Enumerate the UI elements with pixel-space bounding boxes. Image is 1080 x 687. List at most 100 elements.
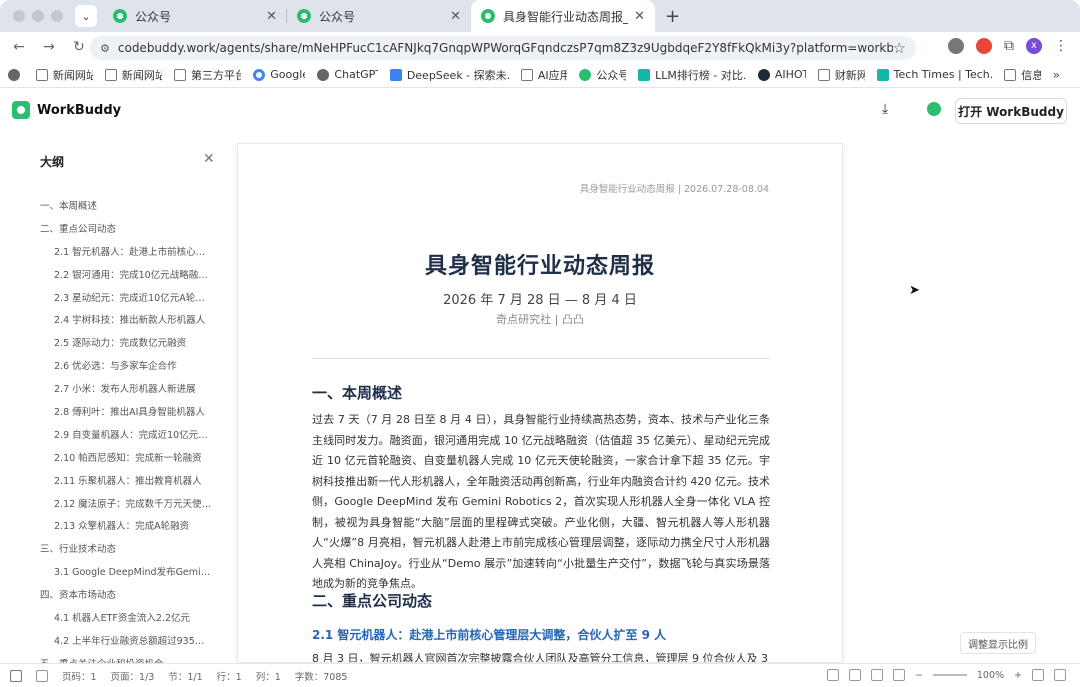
deepseek-icon bbox=[389, 68, 402, 81]
bookmark-item[interactable]: ChatGPT bbox=[317, 68, 378, 81]
reload-icon[interactable]: ↻ bbox=[68, 39, 90, 55]
forward-icon[interactable]: → bbox=[38, 39, 60, 55]
browser-tab-active[interactable]: 具身智能行业动态周报_2026... ✕ bbox=[471, 0, 655, 32]
bookmark-item[interactable]: Google bbox=[253, 68, 305, 81]
bookmark-item[interactable]: 信息 bbox=[1004, 67, 1041, 83]
bookmark-item[interactable]: 第三方平台 bbox=[173, 67, 242, 83]
outline-item[interactable]: 五、重点关注企业和投资机会 bbox=[30, 654, 220, 663]
bookmark-label: 第三方平台 bbox=[190, 68, 242, 82]
outline-title: 大纲 bbox=[40, 155, 65, 169]
address-bar[interactable]: ⚙ codebuddy.work/agents/share/mNeHPFucC1… bbox=[90, 36, 916, 60]
doc-title: 具身智能行业动态周报 bbox=[424, 254, 655, 279]
outline-item[interactable]: 2.1 智元机器人：赴港上市前核心管理层大调整，合伙人扩至9人 bbox=[30, 242, 220, 265]
browser-tab-2[interactable]: 公众号 ✕ bbox=[287, 0, 471, 32]
fullscreen-icon[interactable] bbox=[1054, 669, 1066, 681]
browser-tab-1[interactable]: 公众号 ✕ bbox=[103, 0, 287, 32]
bookmark-label: 财新网 bbox=[834, 68, 865, 82]
llm-leaderboard-icon bbox=[638, 68, 651, 81]
profile-avatar[interactable]: x bbox=[1026, 38, 1042, 54]
outline-item[interactable]: 2.6 优必选：与多家车企合作 bbox=[30, 356, 220, 379]
outline-item[interactable]: 2.8 傅利叶：推出AI具身智能机器人 bbox=[30, 402, 220, 425]
folder-icon bbox=[35, 68, 48, 81]
apps-grid-icon bbox=[8, 68, 20, 81]
extensions-area: ⧉ x ⋮ bbox=[948, 38, 1068, 54]
bookmarks-overflow-icon[interactable]: » bbox=[1053, 68, 1060, 82]
close-tab-icon[interactable]: ✕ bbox=[634, 9, 645, 24]
view-mode-icon[interactable] bbox=[848, 669, 861, 681]
close-window-button[interactable] bbox=[13, 10, 25, 22]
outline-item[interactable]: 2.10 帕西尼感知：完成新一轮融资 bbox=[30, 448, 220, 471]
zoom-slider[interactable] bbox=[932, 674, 967, 676]
outline-item[interactable]: 2.13 众擎机器人：完成A轮融资 bbox=[30, 516, 220, 539]
outline-item[interactable]: 2.9 自变量机器人：完成近10亿元天使轮融资 bbox=[30, 425, 220, 448]
new-tab-icon[interactable]: + bbox=[665, 6, 680, 27]
bookmark-item[interactable]: DeepSeek - 探索未... bbox=[389, 67, 509, 83]
extension-red-icon[interactable] bbox=[976, 38, 992, 54]
brand[interactable]: WorkBuddy bbox=[12, 101, 121, 119]
outline-item[interactable]: 3.1 Google DeepMind发布Gemini Robotics 2 bbox=[30, 562, 220, 585]
outline-item[interactable]: 4.1 机器人ETF资金流入2.2亿元 bbox=[30, 608, 220, 631]
bookmark-item[interactable]: 新闻网站 bbox=[35, 67, 93, 83]
browser-tab-strip: ⌄ 公众号 ✕ 公众号 ✕ 具身智能行业动态周报_2026... ✕ + bbox=[0, 0, 1080, 32]
outline-item[interactable]: 2.4 宇树科技：推出新款人形机器人 bbox=[30, 310, 220, 333]
open-workbuddy-button[interactable]: 打开 WorkBuddy bbox=[955, 98, 1067, 124]
minimize-window-button[interactable] bbox=[32, 10, 44, 22]
outline-item[interactable]: 2.12 魔法原子：完成数千万元天使轮融资 bbox=[30, 494, 220, 517]
layout-icon[interactable] bbox=[36, 669, 48, 682]
bookmark-item[interactable]: Tech Times | Tech... bbox=[876, 68, 993, 81]
status-page-count: 页面：1/3 bbox=[110, 671, 155, 683]
bookmark-star-icon[interactable]: ☆ bbox=[893, 39, 906, 57]
outline-item[interactable]: 2.2 银河通用：完成10亿元战略融资，估值超35亿美元 bbox=[30, 265, 220, 288]
outline-item[interactable]: 三、行业技术动态 bbox=[30, 539, 220, 562]
bookmark-label: Tech Times | Tech... bbox=[893, 68, 993, 81]
bookmark-label: AIHOT bbox=[774, 68, 806, 81]
bookmark-item[interactable]: 公众号 bbox=[579, 67, 626, 83]
outline-item[interactable]: 二、重点公司动态 bbox=[30, 219, 220, 242]
zoom-in-icon[interactable]: + bbox=[1014, 670, 1022, 681]
bookmark-apps-grid[interactable] bbox=[8, 68, 24, 81]
outline-item[interactable]: 2.3 星动纪元：完成近10亿元A轮融资 bbox=[30, 288, 220, 311]
subsection-paragraph: 8 月 3 日，智元机器人官网首次完整披露合伙人团队及高管分工信息，管理层 9 … bbox=[312, 652, 768, 663]
bookmark-item[interactable]: 新闻网站 bbox=[104, 67, 162, 83]
status-word-count: 字数：7085 bbox=[294, 671, 348, 683]
tab-search-dropdown-icon[interactable]: ⌄ bbox=[75, 5, 97, 27]
bookmark-item[interactable]: LLM排行榜 - 对比... bbox=[638, 67, 746, 83]
download-icon[interactable]: ⤓ bbox=[882, 101, 888, 117]
outline-item[interactable]: 四、资本市场动态 bbox=[30, 585, 220, 608]
view-mode-icon[interactable] bbox=[870, 669, 883, 681]
share-icon[interactable] bbox=[927, 102, 941, 116]
tab-label: 公众号 bbox=[135, 9, 172, 24]
url-text[interactable]: codebuddy.work/agents/share/mNeHPFucC1cA… bbox=[118, 41, 893, 55]
close-tab-icon[interactable]: ✕ bbox=[266, 9, 277, 24]
bookmarks-bar: 新闻网站 新闻网站 第三方平台 Google ChatGPT DeepSeek … bbox=[0, 62, 1080, 88]
bookmark-item[interactable]: 财新网 bbox=[817, 67, 865, 83]
folder-icon bbox=[104, 68, 117, 81]
view-mode-icon[interactable] bbox=[826, 669, 839, 681]
zoom-out-icon[interactable]: − bbox=[915, 670, 923, 681]
site-info-icon[interactable]: ⚙ bbox=[100, 42, 110, 55]
bookmark-label: AI应用 bbox=[537, 68, 568, 82]
outline-item[interactable]: 一、本周概述 bbox=[30, 196, 220, 219]
document-page: 具身智能行业动态周报 | 2026.07.28-08.04 具身智能行业动态周报… bbox=[237, 143, 843, 663]
window-controls[interactable] bbox=[13, 10, 63, 22]
extensions-puzzle-icon[interactable]: ⧉ bbox=[1004, 38, 1014, 54]
close-icon[interactable]: ✕ bbox=[203, 151, 215, 167]
browser-menu-icon[interactable]: ⋮ bbox=[1054, 38, 1068, 54]
zoom-level[interactable]: 100% bbox=[977, 670, 1004, 681]
view-mode-icon[interactable] bbox=[892, 669, 905, 681]
outline-item[interactable]: 2.7 小米：发布人形机器人新进展 bbox=[30, 379, 220, 402]
outline-item[interactable]: 4.2 上半年行业融资总额超过935亿元 bbox=[30, 631, 220, 654]
extension-icon[interactable] bbox=[948, 38, 964, 54]
fit-page-icon[interactable] bbox=[1032, 669, 1044, 681]
folder-icon bbox=[817, 68, 830, 81]
bookmark-label: 信息 bbox=[1021, 68, 1041, 82]
document-icon[interactable] bbox=[10, 669, 22, 682]
bookmark-item[interactable]: AIHOT bbox=[757, 68, 806, 81]
outline-item[interactable]: 2.11 乐聚机器人：推出教育机器人 bbox=[30, 471, 220, 494]
outline-item[interactable]: 2.5 逐际动力：完成数亿元融资 bbox=[30, 333, 220, 356]
bookmark-item[interactable]: AI应用 bbox=[520, 67, 568, 83]
mouse-pointer-icon: ➤ bbox=[909, 283, 920, 298]
back-icon[interactable]: ← bbox=[8, 39, 30, 55]
close-tab-icon[interactable]: ✕ bbox=[450, 9, 461, 24]
maximize-window-button[interactable] bbox=[51, 10, 63, 22]
